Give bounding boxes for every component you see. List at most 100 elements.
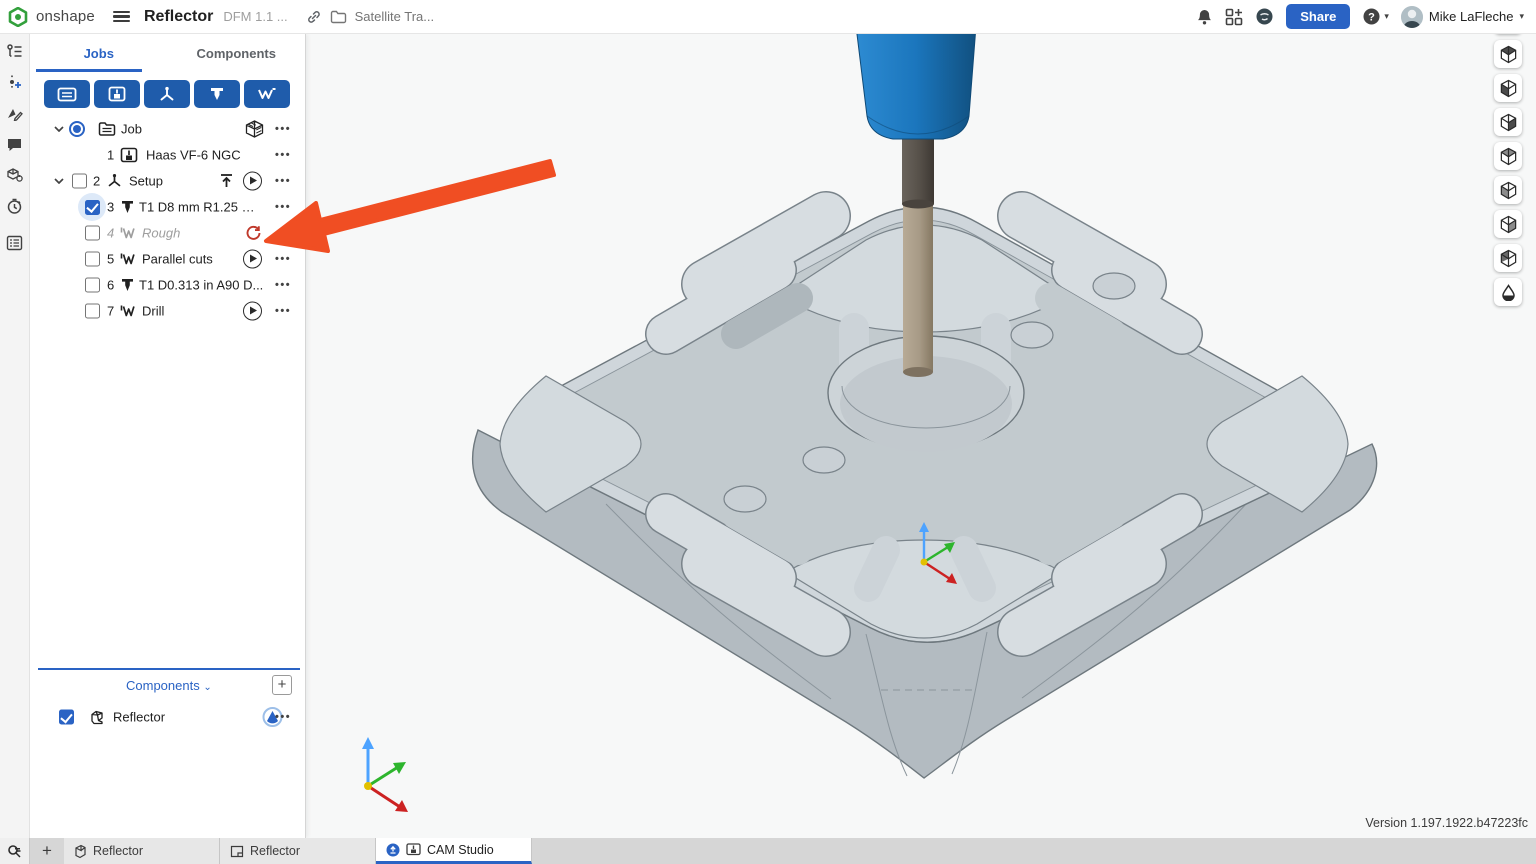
tree-row-op6[interactable]: 6 T1 D0.313 in A90 D... ••• bbox=[30, 272, 305, 298]
row-number: 2 bbox=[93, 174, 100, 189]
insert-point-icon[interactable] bbox=[6, 73, 24, 91]
user-name-label: Mike LaFleche bbox=[1429, 9, 1514, 24]
setup-checkbox[interactable] bbox=[72, 174, 87, 189]
components-header-toggle[interactable]: Components ⌄ bbox=[126, 678, 212, 693]
tree-row-setup[interactable]: 2 Setup ••• bbox=[30, 168, 305, 194]
simulate-setup-button[interactable] bbox=[243, 172, 262, 191]
view-cube-2-button[interactable] bbox=[1494, 74, 1522, 102]
tab-drawing-reflector[interactable]: Reflector bbox=[220, 838, 376, 864]
tab-jobs[interactable]: Jobs bbox=[30, 34, 168, 72]
view-cube-5-button[interactable] bbox=[1494, 176, 1522, 204]
op5-menu-dots[interactable]: ••• bbox=[275, 253, 291, 265]
op3-menu-dots[interactable]: ••• bbox=[275, 201, 291, 213]
tree-row-op3[interactable]: 3 T1 D8 mm R1.25 m... ••• bbox=[30, 194, 305, 220]
op7-label: Drill bbox=[142, 304, 164, 319]
add-setup-button[interactable] bbox=[144, 80, 190, 108]
view-cube-4-button[interactable] bbox=[1494, 142, 1522, 170]
tree-row-op7[interactable]: 7 Drill ••• bbox=[30, 298, 305, 324]
op3-label: T1 D8 mm R1.25 m... bbox=[139, 200, 257, 215]
share-button[interactable]: Share bbox=[1286, 4, 1350, 29]
top-bar-right: Share ? ▾ Mike LaFleche ▾ bbox=[1196, 4, 1536, 29]
collapse-chevron-icon[interactable] bbox=[54, 178, 64, 184]
top-bar-left: onshape Reflector DFM 1.1 ... Satellite … bbox=[0, 7, 1196, 27]
user-menu[interactable]: Mike LaFleche ▾ bbox=[1401, 6, 1524, 28]
setup-menu-dots[interactable]: ••• bbox=[275, 175, 291, 187]
machine-icon bbox=[120, 147, 138, 163]
component-checkbox[interactable] bbox=[59, 710, 74, 725]
bom-table-icon[interactable] bbox=[6, 234, 24, 252]
history-clock-icon[interactable] bbox=[6, 197, 24, 215]
op7-checkbox[interactable] bbox=[85, 304, 100, 319]
onshape-logo-icon[interactable] bbox=[8, 7, 28, 27]
row-number: 7 bbox=[107, 304, 114, 319]
project-name-label[interactable]: Satellite Tra... bbox=[355, 9, 434, 24]
op5-checkbox[interactable] bbox=[85, 252, 100, 267]
job-menu-dots[interactable]: ••• bbox=[275, 123, 291, 135]
tree-row-op5[interactable]: 5 Parallel cuts ••• bbox=[30, 246, 305, 272]
new-job-button[interactable] bbox=[44, 80, 90, 108]
op7-menu-dots[interactable]: ••• bbox=[275, 305, 291, 317]
tool-icon bbox=[121, 200, 134, 215]
toolpath-icon bbox=[120, 227, 136, 240]
job-radio-button[interactable] bbox=[69, 121, 85, 137]
link-icon[interactable] bbox=[306, 9, 322, 25]
shaded-view-button[interactable] bbox=[1494, 278, 1522, 306]
op5-label: Parallel cuts bbox=[142, 252, 213, 267]
view-cube-1-button[interactable] bbox=[1494, 40, 1522, 68]
view-cube-7-button[interactable] bbox=[1494, 244, 1522, 272]
document-version-label[interactable]: DFM 1.1 ... bbox=[223, 9, 287, 24]
row-number: 6 bbox=[107, 278, 114, 293]
tab-search-icon[interactable] bbox=[0, 838, 30, 864]
tab-label: Reflector bbox=[93, 844, 143, 858]
tree-row-op4[interactable]: 4 Rough bbox=[30, 220, 305, 246]
add-machine-button[interactable] bbox=[94, 80, 140, 108]
machine-menu-dots[interactable]: ••• bbox=[275, 149, 291, 161]
help-menu[interactable]: ? ▾ bbox=[1362, 7, 1389, 26]
simulate-op7-button[interactable] bbox=[243, 302, 262, 321]
notifications-bell-icon[interactable] bbox=[1196, 8, 1213, 26]
tab-label: Reflector bbox=[250, 844, 300, 858]
simulate-op5-button[interactable] bbox=[243, 250, 262, 269]
add-tool-button[interactable] bbox=[194, 80, 240, 108]
collapse-chevron-icon[interactable] bbox=[54, 126, 64, 132]
drawing-icon bbox=[230, 845, 244, 858]
add-operation-button[interactable] bbox=[244, 80, 290, 108]
row-number: 5 bbox=[107, 252, 114, 267]
version-label: Version 1.197.1922.b47223fc bbox=[1365, 816, 1528, 830]
view-cube-6-button[interactable] bbox=[1494, 210, 1522, 238]
cad-model bbox=[306, 34, 1536, 838]
job-folder-icon bbox=[98, 122, 116, 137]
op6-menu-dots[interactable]: ••• bbox=[275, 279, 291, 291]
graphics-viewport[interactable]: Version 1.197.1922.b47223fc bbox=[306, 34, 1536, 838]
feature-list-icon[interactable] bbox=[6, 42, 24, 60]
svg-text:?: ? bbox=[1369, 12, 1376, 24]
appearance-edit-icon[interactable] bbox=[6, 104, 24, 122]
project-folder-icon bbox=[330, 10, 347, 24]
jobs-panel: Jobs Components bbox=[30, 34, 306, 838]
component-row-reflector[interactable]: Reflector ••• bbox=[30, 702, 306, 732]
op4-checkbox[interactable] bbox=[85, 226, 100, 241]
main-menu-icon[interactable] bbox=[113, 11, 130, 23]
onshape-logo-text: onshape bbox=[36, 8, 95, 25]
stock-cube-icon[interactable] bbox=[244, 120, 265, 139]
tree-row-machine[interactable]: 1 Haas VF-6 NGC ••• bbox=[30, 142, 305, 168]
export-cube-icon[interactable] bbox=[6, 166, 24, 184]
op3-checkbox[interactable] bbox=[85, 200, 100, 215]
app-store-icon[interactable] bbox=[1225, 8, 1243, 26]
tab-components[interactable]: Components bbox=[168, 34, 306, 72]
add-component-button[interactable]: + bbox=[272, 675, 292, 695]
community-icon[interactable] bbox=[1255, 7, 1274, 26]
view-button-column bbox=[1494, 6, 1522, 306]
tab-cam-studio[interactable]: CAM Studio bbox=[376, 838, 532, 864]
op6-checkbox[interactable] bbox=[85, 278, 100, 293]
retract-icon[interactable] bbox=[219, 173, 234, 189]
comment-icon[interactable] bbox=[6, 135, 24, 153]
component-menu-dots[interactable]: ••• bbox=[275, 711, 291, 723]
tab-part-studio-reflector[interactable]: Reflector bbox=[64, 838, 220, 864]
tool-shank bbox=[902, 130, 934, 204]
part-icon bbox=[88, 709, 106, 726]
add-tab-button[interactable]: + bbox=[30, 838, 64, 864]
regenerating-icon[interactable] bbox=[245, 225, 262, 242]
view-cube-3-button[interactable] bbox=[1494, 108, 1522, 136]
tree-row-job[interactable]: Job ••• bbox=[30, 116, 305, 142]
